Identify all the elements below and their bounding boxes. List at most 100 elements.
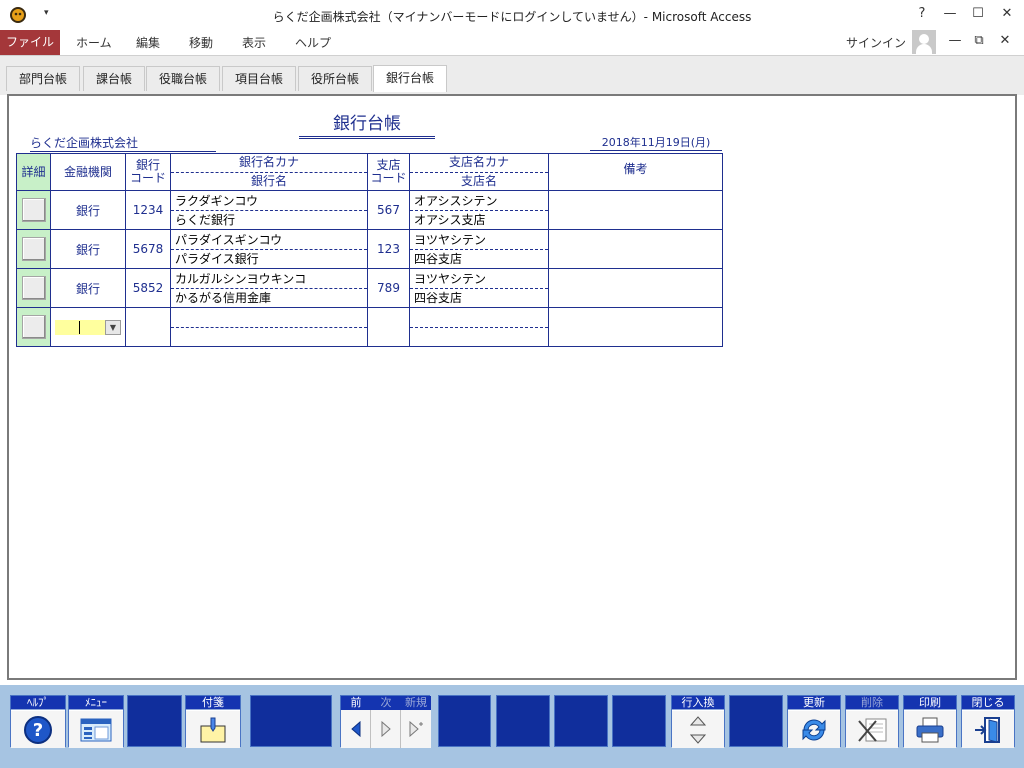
institution-cell[interactable]: 銀行 (50, 229, 126, 269)
tab-help[interactable]: ヘルプ (295, 34, 331, 51)
tab-file[interactable]: ファイル (0, 30, 60, 55)
header-branch-code: 支店 コード (367, 153, 410, 191)
row-swap-button[interactable]: 行入換 (671, 695, 725, 748)
help-icon[interactable]: ? (912, 6, 932, 21)
doc-restore-button[interactable]: ⧉ (969, 33, 989, 48)
tab-home[interactable]: ホーム (76, 34, 112, 51)
table-row: 銀行 1234 ラクダギンコウ らくだ銀行 567 オアシスシテン オアシス支店 (16, 190, 723, 230)
report-title: 銀行台帳 (299, 109, 435, 139)
blank-button (729, 695, 783, 747)
bank-kana-cell[interactable]: パラダイスギンコウ (171, 230, 367, 250)
blank-button (554, 695, 608, 747)
arrow-up-icon[interactable] (690, 715, 706, 727)
bank-ledger-table: 詳細 金融機関 銀行 コード 銀行名カナ 銀行名 支店 コード 支店名カナ 支店名 備考… (16, 153, 723, 347)
blank-button (127, 695, 182, 747)
command-bar: ﾍﾙﾌﾟ ? ﾒﾆｭｰ 付箋 前 次 新規 行入換 更新 削除 印刷 閉じる (0, 685, 1024, 768)
detail-button[interactable] (21, 237, 46, 261)
branch-code-cell[interactable]: 123 (367, 229, 410, 269)
institution-combo-input[interactable]: ▼ (55, 319, 121, 335)
close-window-button[interactable]: ✕ (997, 6, 1017, 21)
table-row: 銀行 5678 パラダイスギンコウ パラダイス銀行 123 ヨツヤシテン 四谷支店 (16, 229, 723, 269)
tab-department-ledger[interactable]: 部門台帳 (6, 66, 81, 91)
header-detail: 詳細 (16, 153, 51, 191)
bank-code-cell[interactable] (125, 307, 171, 347)
sticky-note-button[interactable]: 付箋 (185, 695, 241, 748)
menu-button[interactable]: ﾒﾆｭｰ (68, 695, 124, 748)
window-title: らくだ企画株式会社（マイナンバーモードにログインしていません）- Microso… (272, 10, 752, 24)
tab-bank-ledger[interactable]: 銀行台帳 (373, 65, 448, 92)
record-navigation-group: 前 次 新規 (340, 695, 431, 748)
detail-button[interactable] (21, 276, 46, 300)
title-bar: ▾ らくだ企画株式会社（マイナンバーモードにログインしていません）- Micro… (0, 0, 1024, 30)
tab-move[interactable]: 移動 (189, 34, 213, 51)
branch-name-cell[interactable]: 四谷支店 (410, 250, 548, 269)
branch-code-cell[interactable] (367, 307, 410, 347)
next-record-button[interactable] (371, 710, 401, 748)
branch-kana-cell[interactable]: オアシスシテン (410, 191, 548, 211)
remarks-cell[interactable] (548, 229, 723, 269)
chevron-down-icon[interactable]: ▼ (105, 319, 121, 335)
signin-link[interactable]: サインイン (846, 34, 906, 51)
header-bank-name: 銀行名カナ 銀行名 (170, 153, 368, 191)
branch-code-cell[interactable]: 567 (367, 190, 410, 230)
branch-code-cell[interactable]: 789 (367, 268, 410, 308)
document-tab-strip: 部門台帳 課台帳 役職台帳 項目台帳 役所台帳 銀行台帳 (0, 55, 1024, 95)
institution-cell[interactable]: 銀行 (50, 268, 126, 308)
table-header-row: 詳細 金融機関 銀行 コード 銀行名カナ 銀行名 支店 コード 支店名カナ 支店名 備考 (16, 153, 723, 191)
branch-kana-cell[interactable]: ヨツヤシテン (410, 230, 548, 250)
tab-section-ledger[interactable]: 課台帳 (83, 66, 146, 91)
remarks-cell[interactable] (548, 307, 723, 347)
minimize-button[interactable]: — (940, 6, 960, 21)
bank-name-cell[interactable]: パラダイス銀行 (171, 250, 367, 269)
new-record-row: ▼ (16, 307, 723, 347)
header-branch-name: 支店名カナ 支店名 (409, 153, 549, 191)
maximize-button[interactable]: ☐ (968, 6, 988, 21)
branch-name-cell[interactable] (410, 328, 548, 347)
arrow-down-icon[interactable] (690, 733, 706, 745)
bank-code-cell[interactable]: 1234 (125, 190, 171, 230)
new-record-icon (409, 721, 423, 737)
print-button[interactable]: 印刷 (903, 695, 957, 748)
doc-close-button[interactable]: ✕ (995, 33, 1015, 48)
user-avatar[interactable] (912, 30, 936, 54)
blank-button (250, 695, 332, 747)
tab-office-ledger[interactable]: 役所台帳 (298, 66, 373, 91)
detail-button[interactable] (21, 198, 46, 222)
help-button[interactable]: ﾍﾙﾌﾟ ? (10, 695, 66, 748)
remarks-cell[interactable] (548, 190, 723, 230)
sticky-note-icon (200, 717, 226, 742)
previous-record-button[interactable] (341, 710, 371, 748)
blank-button (612, 695, 666, 747)
remarks-cell[interactable] (548, 268, 723, 308)
header-remarks: 備考 (548, 153, 723, 191)
doc-minimize-button[interactable]: — (945, 33, 965, 48)
tab-view[interactable]: 表示 (242, 34, 266, 51)
bank-name-cell[interactable]: らくだ銀行 (171, 211, 367, 230)
institution-cell[interactable]: 銀行 (50, 190, 126, 230)
detail-button[interactable] (21, 315, 46, 339)
bank-kana-cell[interactable]: ラクダギンコウ (171, 191, 367, 211)
bank-name-cell[interactable] (171, 328, 367, 347)
refresh-icon (802, 719, 826, 740)
bank-kana-cell[interactable] (171, 308, 367, 328)
arrow-left-icon (350, 721, 360, 737)
blank-button (496, 695, 550, 747)
refresh-button[interactable]: 更新 (787, 695, 841, 748)
bank-kana-cell[interactable]: カルガルシンヨウキンコ (171, 269, 367, 289)
bank-code-cell[interactable]: 5852 (125, 268, 171, 308)
branch-name-cell[interactable]: 四谷支店 (410, 289, 548, 308)
tab-item-ledger[interactable]: 項目台帳 (222, 66, 297, 91)
delete-button[interactable]: 削除 (845, 695, 899, 748)
new-record-button[interactable] (401, 710, 431, 748)
bank-name-cell[interactable]: かるがる信用金庫 (171, 289, 367, 308)
close-form-button[interactable]: 閉じる (961, 695, 1015, 748)
tab-position-ledger[interactable]: 役職台帳 (146, 66, 221, 91)
blank-button (438, 695, 491, 747)
header-bank-code: 銀行 コード (125, 153, 171, 191)
printer-icon (916, 717, 944, 742)
branch-kana-cell[interactable] (410, 308, 548, 328)
bank-code-cell[interactable]: 5678 (125, 229, 171, 269)
tab-edit[interactable]: 編集 (136, 34, 160, 51)
branch-kana-cell[interactable]: ヨツヤシテン (410, 269, 548, 289)
branch-name-cell[interactable]: オアシス支店 (410, 211, 548, 230)
